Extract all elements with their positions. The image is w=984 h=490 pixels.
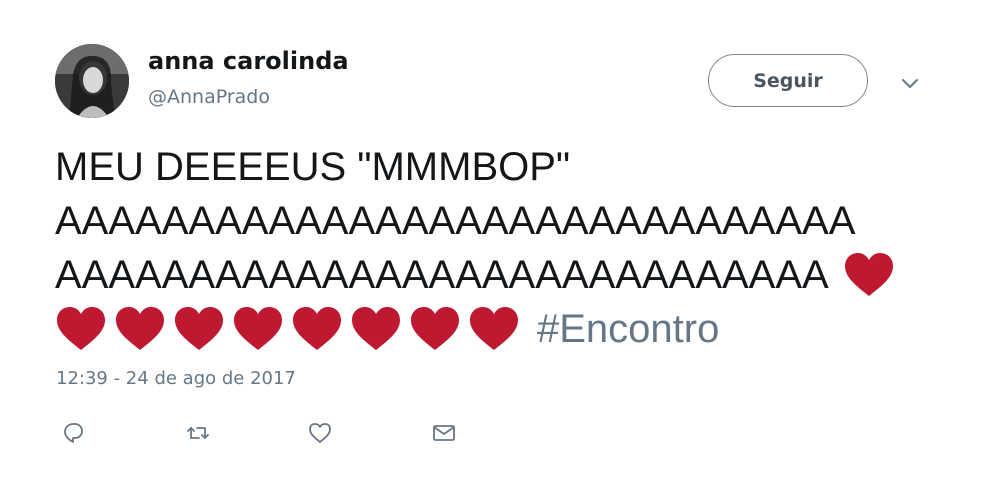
- direct-message-icon[interactable]: [431, 420, 457, 446]
- tweet-text-segment: AAAAAAAAAAAAAAAAAAAAAAAAAAAAA: [55, 253, 829, 297]
- heart-emoji-icon: [116, 307, 164, 350]
- display-name[interactable]: anna carolinda: [148, 47, 349, 75]
- heart-emoji-icon: [470, 307, 518, 350]
- follow-button[interactable]: Seguir: [708, 54, 868, 107]
- heart-emoji-icon: [234, 307, 282, 350]
- hashtag-link[interactable]: #Encontro: [537, 304, 719, 354]
- tweet-text-line: AAAAAAAAAAAAAAAAAAAAAAAAAAAAA: [55, 248, 935, 302]
- tweet-text-line: #Encontro: [55, 302, 935, 356]
- follow-button-label: Seguir: [753, 69, 823, 92]
- heart-emoji-icon: [175, 307, 223, 350]
- avatar[interactable]: [55, 44, 129, 118]
- tweet-text: MEU DEEEEUS "MMMBOP" AAAAAAAAAAAAAAAAAAA…: [55, 140, 935, 356]
- heart-emoji-icon: [293, 307, 341, 350]
- tweet-text-line: AAAAAAAAAAAAAAAAAAAAAAAAAAAAAA: [55, 199, 856, 243]
- chevron-down-icon[interactable]: [899, 72, 921, 94]
- like-icon[interactable]: [307, 420, 333, 446]
- heart-emoji-icon: [411, 307, 459, 350]
- heart-emoji-icon: [57, 307, 105, 350]
- avatar-photo: [55, 44, 129, 118]
- heart-emoji-icon: [844, 253, 893, 296]
- user-handle[interactable]: @AnnaPrado: [148, 86, 270, 108]
- tweet-timestamp[interactable]: 12:39 - 24 de ago de 2017: [56, 368, 296, 389]
- tweet-actions: [0, 420, 984, 446]
- reply-icon[interactable]: [60, 420, 86, 446]
- heart-emoji-icon: [352, 307, 400, 350]
- retweet-icon[interactable]: [185, 420, 211, 446]
- tweet-text-line: MEU DEEEEUS "MMMBOP": [55, 145, 571, 189]
